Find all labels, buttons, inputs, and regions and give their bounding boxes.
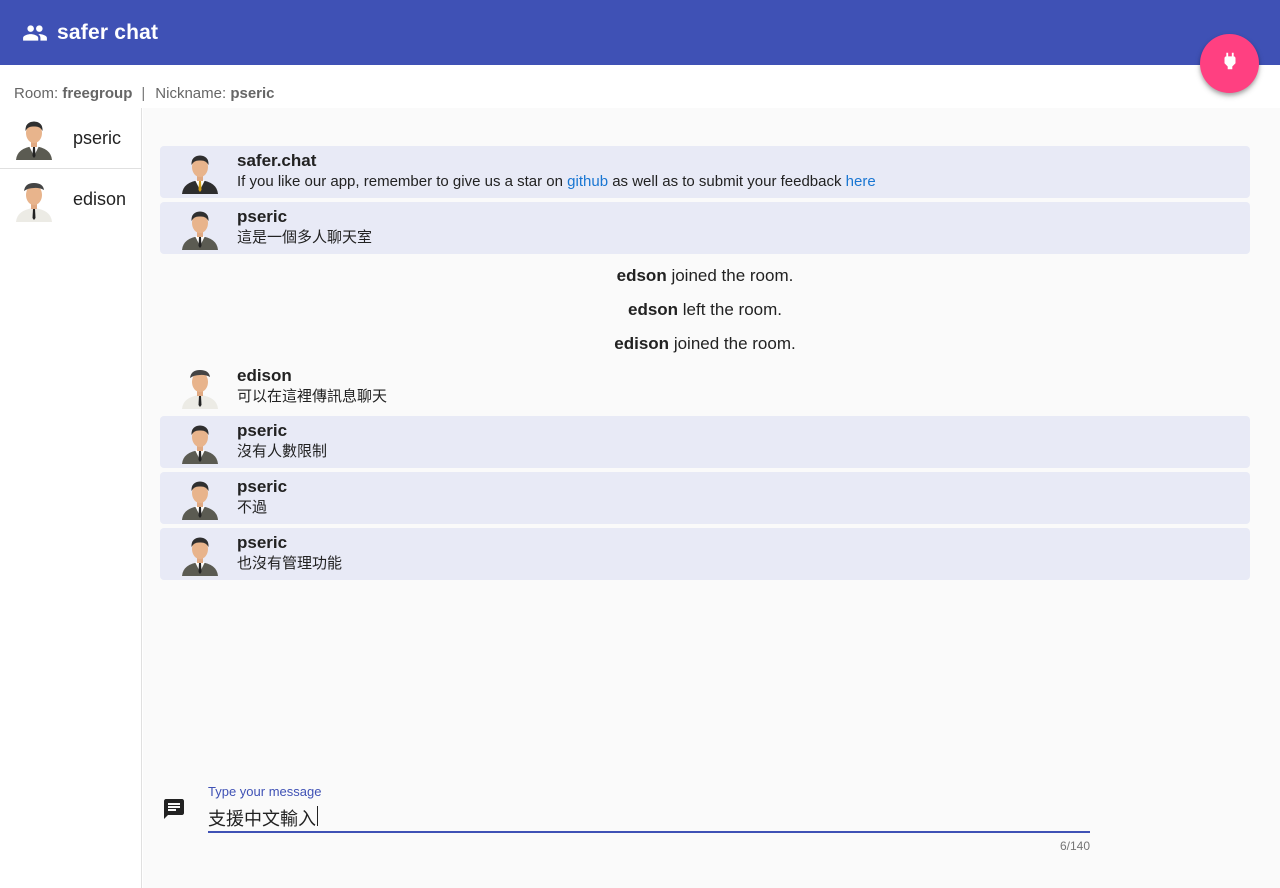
user-name: pseric xyxy=(73,127,122,148)
message-input[interactable]: 支援中文輸入 xyxy=(208,800,1090,833)
message-input-label: Type your message xyxy=(208,784,322,799)
man-suit-avatar xyxy=(16,121,52,160)
system-message: edson left the room. xyxy=(627,300,782,319)
message-composer: Type your message 支援中文輸入 6/140 xyxy=(143,778,1280,888)
chat-message: pseric 不過 xyxy=(160,472,1250,524)
user-name: edison xyxy=(73,189,127,209)
message-author: safer.chat xyxy=(237,151,317,170)
chat-message: pseric 沒有人數限制 xyxy=(160,416,1250,468)
man-cap-avatar xyxy=(16,182,52,222)
man-suit-avatar xyxy=(182,537,218,576)
message-input-value: 支援中文輸入 xyxy=(208,809,316,829)
message-author: pseric xyxy=(237,421,288,440)
user-list: pseric edison xyxy=(0,108,142,888)
man-suit-avatar xyxy=(182,211,218,250)
message-body: If you like our app, remember to give us… xyxy=(237,173,876,190)
chat-message: safer.chat If you like our app, remember… xyxy=(160,146,1250,198)
message-author: pseric xyxy=(237,477,288,496)
disconnect-button[interactable] xyxy=(1200,34,1259,93)
github-link[interactable]: github xyxy=(567,173,608,190)
system-message: edison joined the room. xyxy=(614,334,796,353)
message-author: pseric xyxy=(237,533,288,552)
man-cap-avatar xyxy=(182,370,218,409)
room-info-bar: Room: freegroup | Nickname: pseric xyxy=(0,65,1280,108)
chat-message: pseric 也沒有管理功能 xyxy=(160,528,1250,580)
chat-icon xyxy=(162,797,186,821)
room-value: freegroup xyxy=(62,85,133,102)
chat-message: edison 可以在這裡傳訊息聊天 xyxy=(160,361,1250,413)
man-suit-avatar xyxy=(182,425,218,464)
info-separator: | xyxy=(141,85,146,102)
chat-message: pseric 這是一個多人聊天室 xyxy=(160,202,1250,254)
plug-icon xyxy=(1219,50,1241,77)
message-author: pseric xyxy=(237,207,288,226)
man-suit-avatar xyxy=(182,481,218,520)
nickname-value: pseric xyxy=(230,85,275,102)
feedback-link[interactable]: here xyxy=(846,173,876,190)
message-body: 可以在這裡傳訊息聊天 xyxy=(237,388,388,405)
message-body: 沒有人數限制 xyxy=(237,443,328,460)
message-body: 也沒有管理功能 xyxy=(237,555,343,572)
character-counter: 6/140 xyxy=(1059,839,1090,853)
app-bar: safer chat xyxy=(0,0,1280,65)
app-title: safer chat xyxy=(57,20,159,44)
chat-area: safer.chat If you like our app, remember… xyxy=(143,108,1280,888)
user-list-item[interactable]: edison xyxy=(0,169,141,230)
message-body: 不過 xyxy=(237,499,268,516)
group-icon xyxy=(22,20,48,46)
nickname-label: Nickname: xyxy=(155,85,227,102)
message-author: edison xyxy=(237,366,292,385)
message-body: 這是一個多人聊天室 xyxy=(237,229,373,246)
system-message: edson joined the room. xyxy=(616,266,794,285)
room-label: Room: xyxy=(14,85,59,102)
man-suit-avatar xyxy=(182,155,218,194)
text-caret xyxy=(317,806,318,826)
user-list-item[interactable]: pseric xyxy=(0,108,141,169)
